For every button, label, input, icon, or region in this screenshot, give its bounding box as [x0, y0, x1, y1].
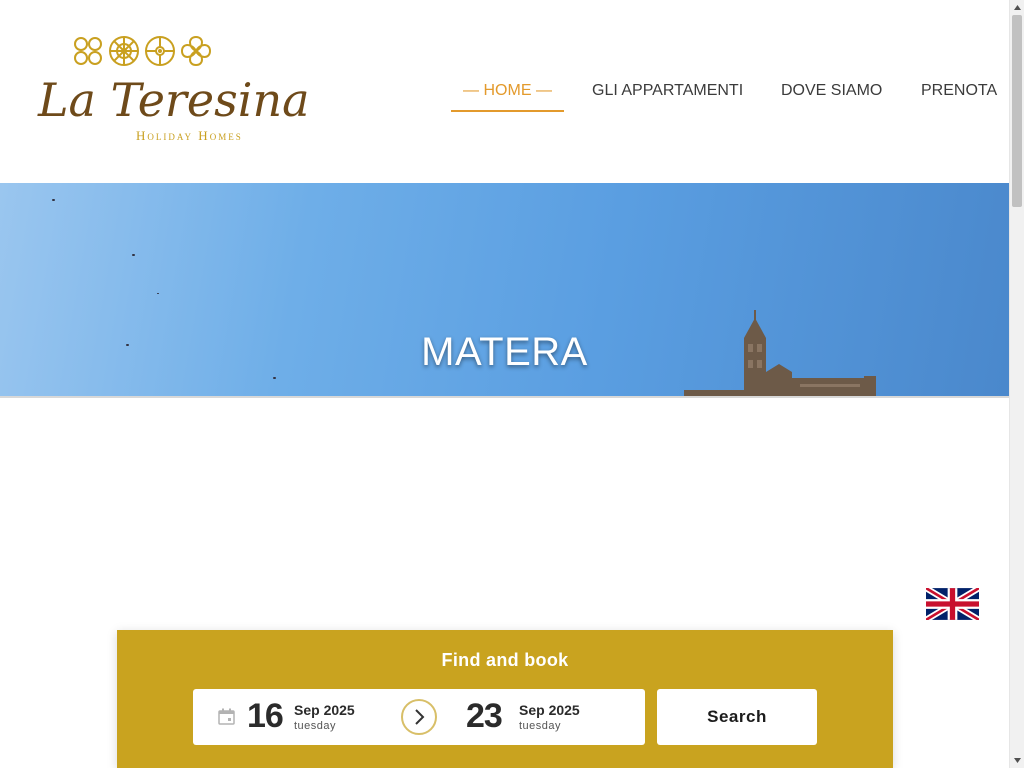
scroll-down-arrow-icon[interactable]	[1010, 753, 1024, 768]
logo-title: La Teresina	[38, 73, 310, 127]
date-range-picker[interactable]: 16 Sep 2025 tuesday 23 Sep 2025 tuesday	[193, 689, 645, 745]
scroll-up-arrow-icon[interactable]	[1010, 0, 1024, 15]
nav-item-dove-siamo[interactable]: DOVE SIAMO	[781, 72, 882, 112]
checkout-month: Sep 2025	[519, 702, 580, 718]
bird-speck	[52, 199, 55, 201]
logo-tagline: Holiday Homes	[136, 128, 243, 143]
calendar-icon	[218, 708, 235, 725]
scroll-thumb[interactable]	[1012, 15, 1022, 207]
page: La Teresina Holiday Homes — HOME — GLI A…	[0, 0, 1024, 768]
uk-flag-icon[interactable]	[926, 588, 979, 620]
hero-banner: MATERA	[0, 183, 1009, 398]
booking-widget: Find and book 16 Sep 2025 tuesday 23 Sep…	[117, 630, 893, 768]
nav-item-home[interactable]: — HOME —	[451, 72, 564, 112]
checkout-weekday: tuesday	[519, 720, 562, 732]
bird-speck	[273, 377, 276, 379]
scrollbar[interactable]	[1009, 0, 1024, 768]
nav-item-appartamenti[interactable]: GLI APPARTAMENTI	[592, 72, 743, 112]
checkin-day[interactable]: 16	[247, 697, 284, 736]
chevron-right-icon	[415, 709, 425, 725]
nav-item-prenota[interactable]: PRENOTA	[921, 72, 997, 112]
booking-title: Find and book	[441, 650, 569, 670]
next-date-button[interactable]	[401, 699, 437, 735]
bird-speck	[132, 254, 135, 256]
site-header: La Teresina Holiday Homes — HOME — GLI A…	[0, 0, 1009, 183]
checkout-day[interactable]: 23	[466, 697, 503, 736]
checkin-month: Sep 2025	[294, 702, 355, 718]
logo[interactable]: La Teresina Holiday Homes	[38, 33, 310, 148]
ornament-icon	[74, 35, 212, 67]
bird-speck	[157, 293, 159, 294]
divider	[0, 396, 1009, 398]
checkin-weekday: tuesday	[294, 720, 337, 732]
search-button[interactable]: Search	[657, 689, 817, 745]
hero-title: MATERA	[421, 330, 588, 374]
